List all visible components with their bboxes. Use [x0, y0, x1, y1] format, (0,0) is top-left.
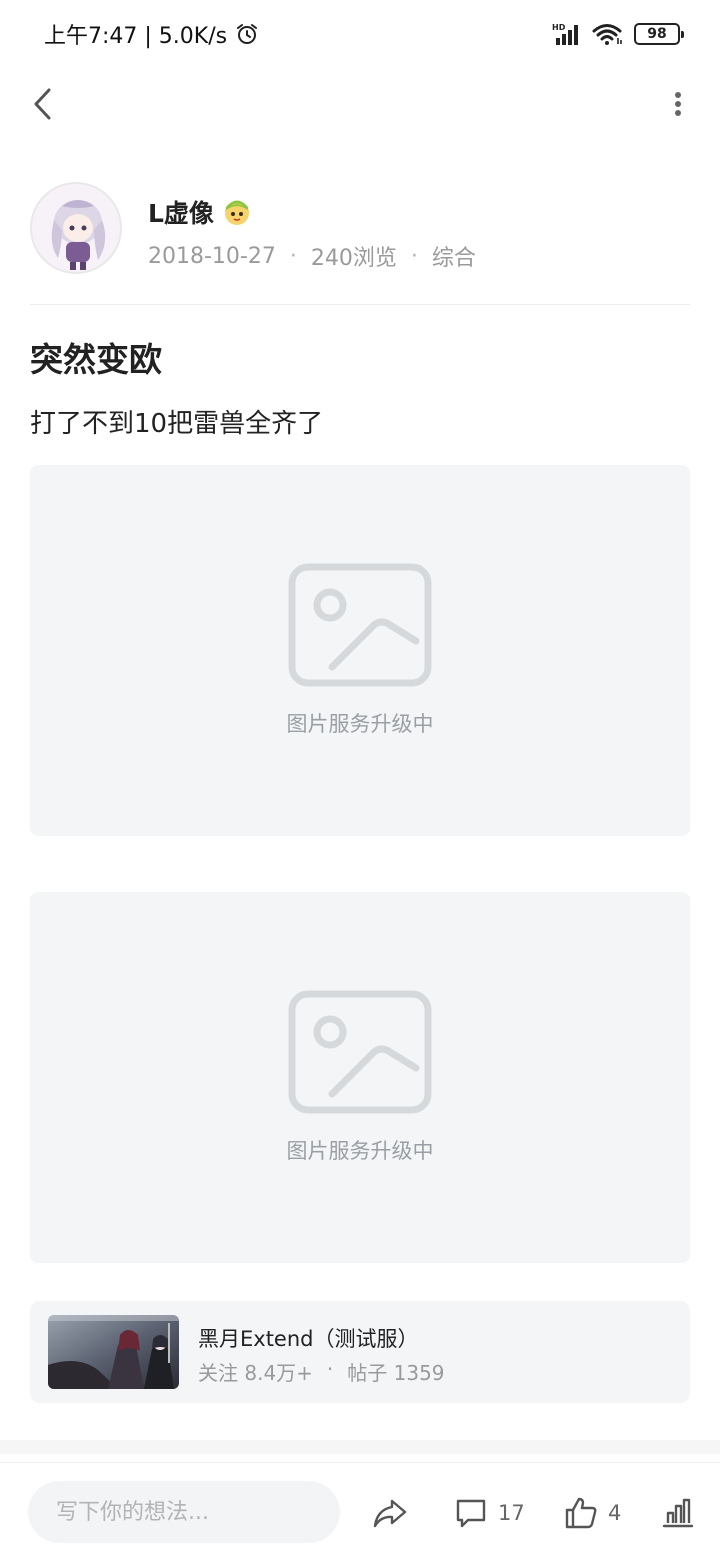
game-forum-card[interactable]: 黑月Extend（测试服） 关注 8.4万+ · 帖子 1359	[30, 1301, 690, 1403]
meta-separator: ·	[410, 243, 418, 269]
bar-chart-icon	[662, 1498, 694, 1528]
avatar-illustration	[32, 184, 120, 272]
game-thumbnail-art	[48, 1315, 179, 1389]
more-vertical-icon	[675, 92, 681, 116]
post-views: 240浏览	[310, 246, 397, 271]
comment-input[interactable]	[28, 1481, 340, 1543]
image-placeholder[interactable]: 图片服务升级中	[30, 465, 690, 836]
game-posts: 帖子 1359	[347, 1361, 445, 1385]
share-icon	[373, 1499, 407, 1528]
post-category[interactable]: 综合	[432, 240, 476, 272]
wifi-icon	[592, 24, 622, 45]
author-name[interactable]: L虚像	[148, 194, 214, 230]
author-name-row: L虚像	[148, 194, 252, 230]
like-button[interactable]: 4	[564, 1491, 621, 1535]
battery-indicator: 98	[634, 23, 684, 45]
avatar[interactable]	[30, 182, 122, 274]
alarm-icon	[237, 24, 258, 44]
status-left: 上午7:47 | 5.0K/s	[44, 18, 259, 50]
like-count: 4	[608, 1501, 622, 1525]
comment-button[interactable]: 17	[454, 1491, 525, 1535]
comment-icon	[456, 1499, 486, 1528]
top-nav	[0, 70, 720, 140]
game-followers: 关注 8.4万+	[198, 1361, 313, 1385]
bottom-action-bar: 17 4	[0, 1462, 720, 1560]
author-header: L虚像 2018-10-27 · 240浏览 · 综合	[30, 182, 690, 277]
game-stats: 关注 8.4万+ · 帖子 1359	[198, 1357, 445, 1386]
user-badge-icon	[224, 200, 249, 225]
image-placeholder-text: 图片服务升级中	[286, 712, 434, 736]
section-separator	[0, 1440, 720, 1454]
image-placeholder[interactable]: 图片服务升级中	[30, 892, 690, 1263]
status-bar: 上午7:47 | 5.0K/s HD 98	[0, 0, 720, 66]
signal-hd-label: HD	[552, 23, 566, 32]
share-button[interactable]	[372, 1491, 408, 1535]
post-body: 打了不到10把雷兽全齐了	[30, 409, 324, 439]
image-icon	[288, 563, 432, 687]
comment-count: 17	[498, 1501, 525, 1525]
game-name: 黑月Extend（测试服）	[198, 1327, 419, 1351]
image-placeholder-text: 图片服务升级中	[286, 1139, 434, 1163]
chevron-left-icon	[34, 88, 51, 120]
more-options-button[interactable]	[666, 82, 690, 126]
divider	[30, 304, 690, 305]
battery-level: 98	[647, 26, 667, 42]
image-icon	[288, 990, 432, 1114]
screen: 上午7:47 | 5.0K/s HD 98 L虚像 2018-10-27 · 2…	[0, 0, 720, 1560]
meta-separator: ·	[289, 243, 297, 269]
post-date: 2018-10-27	[148, 243, 276, 269]
status-time-speed: 上午7:47 | 5.0K/s	[44, 24, 228, 49]
stats-button[interactable]	[662, 1491, 694, 1535]
post-meta: 2018-10-27 · 240浏览 · 综合	[148, 240, 476, 272]
post-title: 突然变欧	[30, 340, 162, 379]
thumbs-up-icon	[565, 1497, 597, 1529]
cellular-signal-icon: HD	[552, 23, 578, 45]
meta-separator: ·	[326, 1357, 334, 1381]
back-button[interactable]	[22, 82, 62, 126]
game-thumbnail	[48, 1315, 179, 1389]
status-right: HD 98	[552, 18, 684, 50]
